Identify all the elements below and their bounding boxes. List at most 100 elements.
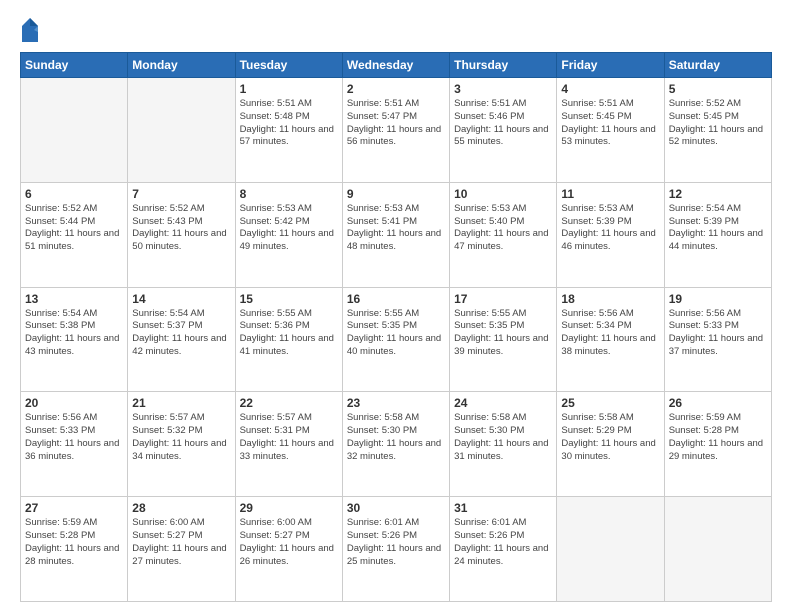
cell-info: Sunrise: 5:53 AM Sunset: 5:39 PM Dayligh… (561, 203, 659, 254)
calendar-cell: 21Sunrise: 5:57 AM Sunset: 5:32 PM Dayli… (128, 392, 235, 497)
cell-day-number: 19 (669, 292, 767, 306)
calendar-table: SundayMondayTuesdayWednesdayThursdayFrid… (20, 52, 772, 602)
calendar-cell: 7Sunrise: 5:52 AM Sunset: 5:43 PM Daylig… (128, 182, 235, 287)
calendar-cell: 14 Sunrise: 5:54 AM Sunset: 5:37 PM Dayli… (128, 287, 235, 392)
cell-day-number: 23 (347, 396, 445, 410)
header-cell: Wednesday (342, 53, 449, 78)
calendar-cell: 11Sunrise: 5:53 AM Sunset: 5:39 PM Dayli… (557, 182, 664, 287)
calendar-cell (664, 497, 771, 602)
calendar-cell: 24Sunrise: 5:58 AM Sunset: 5:30 PM Dayli… (450, 392, 557, 497)
logo (20, 16, 44, 44)
calendar-cell: 30 Sunrise: 6:01 AM Sunset: 5:26 PM Dayli… (342, 497, 449, 602)
cell-info: Sunrise: 5:51 AM Sunset: 5:47 PM Dayligh… (347, 98, 445, 149)
calendar-header: SundayMondayTuesdayWednesdayThursdayFrid… (21, 53, 772, 78)
cell-info: Sunrise: 5:56 AM Sunset: 5:34 PM Dayligh… (561, 308, 659, 359)
cell-day-number: 3 (454, 82, 552, 96)
calendar-cell: 16Sunrise: 5:55 AM Sunset: 5:35 PM Dayli… (342, 287, 449, 392)
cell-info: Sunrise: 5:52 AM Sunset: 5:43 PM Dayligh… (132, 203, 230, 254)
header-row: SundayMondayTuesdayWednesdayThursdayFrid… (21, 53, 772, 78)
cell-info: Sunrise: 5:58 AM Sunset: 5:30 PM Dayligh… (347, 412, 445, 463)
calendar-cell: 18 Sunrise: 5:56 AM Sunset: 5:34 PM Dayli… (557, 287, 664, 392)
calendar-cell: 8 Sunrise: 5:53 AM Sunset: 5:42 PM Daylig… (235, 182, 342, 287)
calendar-body: 1Sunrise: 5:51 AM Sunset: 5:48 PM Daylig… (21, 78, 772, 602)
calendar-week-row: 1Sunrise: 5:51 AM Sunset: 5:48 PM Daylig… (21, 78, 772, 183)
cell-info: Sunrise: 5:51 AM Sunset: 5:46 PM Dayligh… (454, 98, 552, 149)
calendar-week-row: 6 Sunrise: 5:52 AM Sunset: 5:44 PM Daylig… (21, 182, 772, 287)
cell-info: Sunrise: 6:01 AM Sunset: 5:26 PM Dayligh… (347, 517, 445, 568)
cell-day-number: 31 (454, 501, 552, 515)
cell-day-number: 10 (454, 187, 552, 201)
cell-info: Sunrise: 6:00 AM Sunset: 5:27 PM Dayligh… (132, 517, 230, 568)
cell-info: Sunrise: 5:56 AM Sunset: 5:33 PM Dayligh… (669, 308, 767, 359)
cell-day-number: 12 (669, 187, 767, 201)
calendar-cell: 23 Sunrise: 5:58 AM Sunset: 5:30 PM Dayli… (342, 392, 449, 497)
cell-day-number: 2 (347, 82, 445, 96)
calendar-cell (128, 78, 235, 183)
calendar-cell: 3 Sunrise: 5:51 AM Sunset: 5:46 PM Daylig… (450, 78, 557, 183)
header-cell: Tuesday (235, 53, 342, 78)
cell-day-number: 4 (561, 82, 659, 96)
cell-day-number: 9 (347, 187, 445, 201)
cell-day-number: 6 (25, 187, 123, 201)
calendar-cell (557, 497, 664, 602)
calendar-cell: 25 Sunrise: 5:58 AM Sunset: 5:29 PM Dayli… (557, 392, 664, 497)
cell-info: Sunrise: 5:58 AM Sunset: 5:29 PM Dayligh… (561, 412, 659, 463)
cell-day-number: 14 (132, 292, 230, 306)
header-cell: Thursday (450, 53, 557, 78)
cell-day-number: 8 (240, 187, 338, 201)
calendar-cell: 31 Sunrise: 6:01 AM Sunset: 5:26 PM Dayli… (450, 497, 557, 602)
calendar-cell: 1Sunrise: 5:51 AM Sunset: 5:48 PM Daylig… (235, 78, 342, 183)
cell-info: Sunrise: 5:51 AM Sunset: 5:45 PM Dayligh… (561, 98, 659, 149)
calendar-cell: 29 Sunrise: 6:00 AM Sunset: 5:27 PM Dayli… (235, 497, 342, 602)
calendar-cell: 2 Sunrise: 5:51 AM Sunset: 5:47 PM Daylig… (342, 78, 449, 183)
cell-info: Sunrise: 5:52 AM Sunset: 5:44 PM Dayligh… (25, 203, 123, 254)
cell-day-number: 15 (240, 292, 338, 306)
cell-day-number: 30 (347, 501, 445, 515)
header (20, 16, 772, 44)
cell-info: Sunrise: 5:59 AM Sunset: 5:28 PM Dayligh… (25, 517, 123, 568)
calendar-cell: 26 Sunrise: 5:59 AM Sunset: 5:28 PM Dayli… (664, 392, 771, 497)
calendar-week-row: 13 Sunrise: 5:54 AM Sunset: 5:38 PM Dayli… (21, 287, 772, 392)
header-cell: Monday (128, 53, 235, 78)
cell-day-number: 1 (240, 82, 338, 96)
cell-info: Sunrise: 5:52 AM Sunset: 5:45 PM Dayligh… (669, 98, 767, 149)
cell-day-number: 26 (669, 396, 767, 410)
calendar-cell: 27 Sunrise: 5:59 AM Sunset: 5:28 PM Dayli… (21, 497, 128, 602)
calendar-cell: 4 Sunrise: 5:51 AM Sunset: 5:45 PM Daylig… (557, 78, 664, 183)
cell-info: Sunrise: 5:53 AM Sunset: 5:40 PM Dayligh… (454, 203, 552, 254)
calendar-week-row: 27 Sunrise: 5:59 AM Sunset: 5:28 PM Dayli… (21, 497, 772, 602)
logo-icon (20, 16, 40, 44)
cell-info: Sunrise: 5:59 AM Sunset: 5:28 PM Dayligh… (669, 412, 767, 463)
cell-info: Sunrise: 5:54 AM Sunset: 5:39 PM Dayligh… (669, 203, 767, 254)
cell-info: Sunrise: 5:54 AM Sunset: 5:38 PM Dayligh… (25, 308, 123, 359)
cell-info: Sunrise: 5:55 AM Sunset: 5:36 PM Dayligh… (240, 308, 338, 359)
cell-day-number: 13 (25, 292, 123, 306)
cell-day-number: 5 (669, 82, 767, 96)
calendar-cell: 15 Sunrise: 5:55 AM Sunset: 5:36 PM Dayli… (235, 287, 342, 392)
cell-day-number: 21 (132, 396, 230, 410)
cell-day-number: 24 (454, 396, 552, 410)
calendar-cell: 22Sunrise: 5:57 AM Sunset: 5:31 PM Dayli… (235, 392, 342, 497)
cell-info: Sunrise: 6:01 AM Sunset: 5:26 PM Dayligh… (454, 517, 552, 568)
page: SundayMondayTuesdayWednesdayThursdayFrid… (0, 0, 792, 612)
calendar-cell: 12 Sunrise: 5:54 AM Sunset: 5:39 PM Dayli… (664, 182, 771, 287)
calendar-cell: 9 Sunrise: 5:53 AM Sunset: 5:41 PM Daylig… (342, 182, 449, 287)
cell-day-number: 18 (561, 292, 659, 306)
cell-info: Sunrise: 5:57 AM Sunset: 5:31 PM Dayligh… (240, 412, 338, 463)
calendar-cell: 10 Sunrise: 5:53 AM Sunset: 5:40 PM Dayli… (450, 182, 557, 287)
calendar-week-row: 20Sunrise: 5:56 AM Sunset: 5:33 PM Dayli… (21, 392, 772, 497)
cell-info: Sunrise: 5:53 AM Sunset: 5:42 PM Dayligh… (240, 203, 338, 254)
cell-day-number: 27 (25, 501, 123, 515)
cell-day-number: 16 (347, 292, 445, 306)
calendar-cell: 13 Sunrise: 5:54 AM Sunset: 5:38 PM Dayli… (21, 287, 128, 392)
cell-day-number: 25 (561, 396, 659, 410)
cell-info: Sunrise: 5:54 AM Sunset: 5:37 PM Dayligh… (132, 308, 230, 359)
cell-info: Sunrise: 6:00 AM Sunset: 5:27 PM Dayligh… (240, 517, 338, 568)
cell-info: Sunrise: 5:56 AM Sunset: 5:33 PM Dayligh… (25, 412, 123, 463)
calendar-cell: 28 Sunrise: 6:00 AM Sunset: 5:27 PM Dayli… (128, 497, 235, 602)
cell-day-number: 28 (132, 501, 230, 515)
cell-day-number: 29 (240, 501, 338, 515)
header-cell: Sunday (21, 53, 128, 78)
cell-info: Sunrise: 5:53 AM Sunset: 5:41 PM Dayligh… (347, 203, 445, 254)
header-cell: Friday (557, 53, 664, 78)
